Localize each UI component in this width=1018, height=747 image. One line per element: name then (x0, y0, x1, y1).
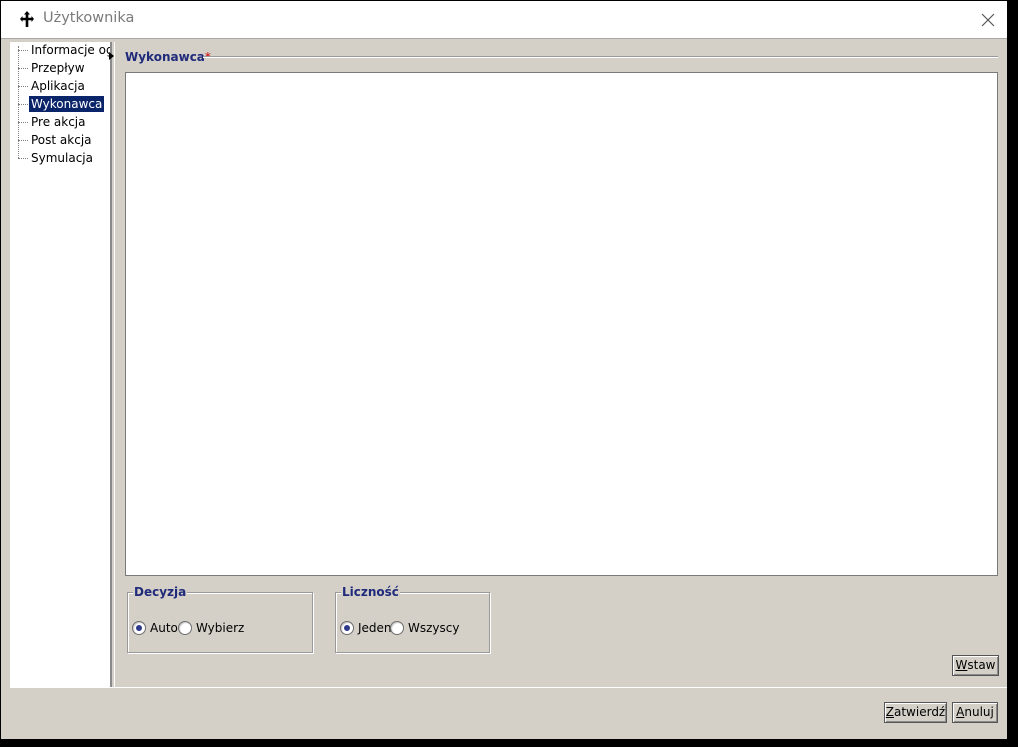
move-cross-icon (20, 11, 34, 27)
licznosc-group: Liczność Jeden Wszyscy (335, 585, 490, 653)
insert-button[interactable]: Wstaw (952, 655, 999, 676)
decyzja-group: Decyzja Auto Wybierz (127, 585, 313, 653)
tree-item-przeplyw[interactable]: Przepływ (18, 60, 110, 76)
dialog-window: Użytkownika Informacje ogólne Przepływ A… (1, 1, 1007, 739)
tree-item-label: Aplikacja (31, 79, 85, 93)
navigation-tree: Informacje ogólne Przepływ Aplikacja Wyk… (10, 42, 112, 687)
tree-item-pre-akcja[interactable]: Pre akcja (18, 114, 110, 130)
radio-unchecked-icon (178, 621, 192, 635)
section-divider (203, 56, 998, 58)
tree-item-label: Przepływ (31, 61, 85, 75)
radio-unchecked-icon (390, 621, 404, 635)
cancel-button[interactable]: Anuluj (952, 702, 998, 723)
tree-item-label: Wykonawca (29, 96, 105, 112)
tree-item-label: Post akcja (31, 133, 92, 147)
tree-item-symulacja[interactable]: Symulacja (18, 150, 110, 166)
radio-label: Auto (150, 621, 178, 635)
window-title: Użytkownika (43, 10, 135, 26)
tree-item-aplikacja[interactable]: Aplikacja (18, 78, 110, 94)
tree-item-wykonawca[interactable]: Wykonawca (18, 96, 110, 112)
tree-item-label: Pre akcja (31, 115, 86, 129)
title-bar: Użytkownika (1, 1, 1007, 39)
licznosc-legend: Liczność (341, 585, 400, 599)
tree-item-label: Symulacja (31, 151, 93, 165)
radio-label: Jeden (358, 621, 392, 635)
radio-label: Wszyscy (408, 621, 460, 635)
decyzja-legend: Decyzja (133, 585, 188, 599)
section-title: Wykonawca* (125, 50, 211, 64)
tree-item-post-akcja[interactable]: Post akcja (18, 132, 110, 148)
main-panel: Wykonawca* Decyzja Auto Wybierz Liczność… (114, 42, 1008, 687)
radio-checked-icon (132, 621, 146, 635)
close-button[interactable] (969, 4, 1005, 34)
assignee-list[interactable] (125, 72, 998, 576)
radio-checked-icon (340, 621, 354, 635)
confirm-button[interactable]: Zatwierdź (884, 702, 947, 723)
close-icon (981, 13, 995, 27)
radio-label: Wybierz (196, 621, 245, 635)
tree-item-label: Informacje ogólne (31, 43, 110, 57)
tree-item-informacje[interactable]: Informacje ogólne (18, 42, 110, 58)
footer-divider (10, 687, 1007, 688)
